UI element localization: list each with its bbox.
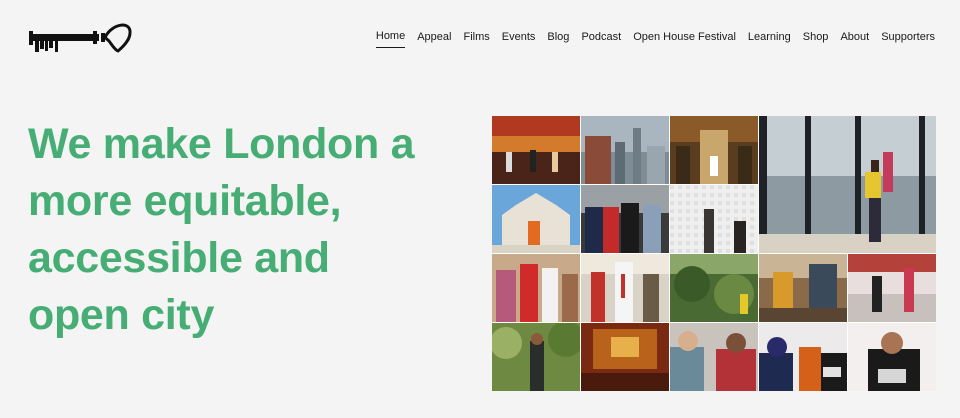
site-header: Home Appeal Films Events Blog Podcast Op… <box>0 0 960 76</box>
photo-park-visitor <box>492 323 580 391</box>
photo-tablet-woman <box>848 323 936 391</box>
nav-appeal[interactable]: Appeal <box>417 31 451 48</box>
nav-blog[interactable]: Blog <box>547 31 569 48</box>
hero-line-1: We make London a <box>28 120 415 168</box>
photo-market-arcade <box>670 116 758 184</box>
photo-city-skyline <box>581 116 669 184</box>
nav-films[interactable]: Films <box>463 31 489 48</box>
nav-podcast[interactable]: Podcast <box>581 31 621 48</box>
key-heart-logo-icon[interactable] <box>27 22 133 54</box>
photo-guide-talk <box>581 254 669 322</box>
nav-home[interactable]: Home <box>375 30 406 48</box>
hero-line-2: more equitable, <box>28 177 342 225</box>
photo-family-window-view <box>759 116 936 253</box>
nav-supporters[interactable]: Supporters <box>881 31 935 48</box>
photo-women-crafting <box>759 323 847 391</box>
photo-mosaic <box>492 116 936 391</box>
nav-shop[interactable]: Shop <box>803 31 829 48</box>
photo-white-sculpture <box>670 185 758 253</box>
hero-heading: We make London a more equitable, accessi… <box>28 116 468 344</box>
nav-events[interactable]: Events <box>502 31 536 48</box>
photo-theatre-stage <box>492 116 580 184</box>
photo-group-visitors <box>581 185 669 253</box>
hero-line-4: open city <box>28 291 215 339</box>
nav-open-house-festival[interactable]: Open House Festival <box>633 31 736 48</box>
hero-line-3: accessible and <box>28 234 330 282</box>
photo-temple <box>492 185 580 253</box>
nav-learning[interactable]: Learning <box>748 31 791 48</box>
photo-school-children <box>492 254 580 322</box>
photo-ornate-hall <box>581 323 669 391</box>
main-nav: Home Appeal Films Events Blog Podcast Op… <box>364 30 935 48</box>
photo-laughing-women <box>670 323 758 391</box>
nav-about[interactable]: About <box>840 31 869 48</box>
photo-cooking <box>759 254 847 322</box>
photo-garden <box>670 254 758 322</box>
photo-staircase-dance <box>848 254 936 322</box>
